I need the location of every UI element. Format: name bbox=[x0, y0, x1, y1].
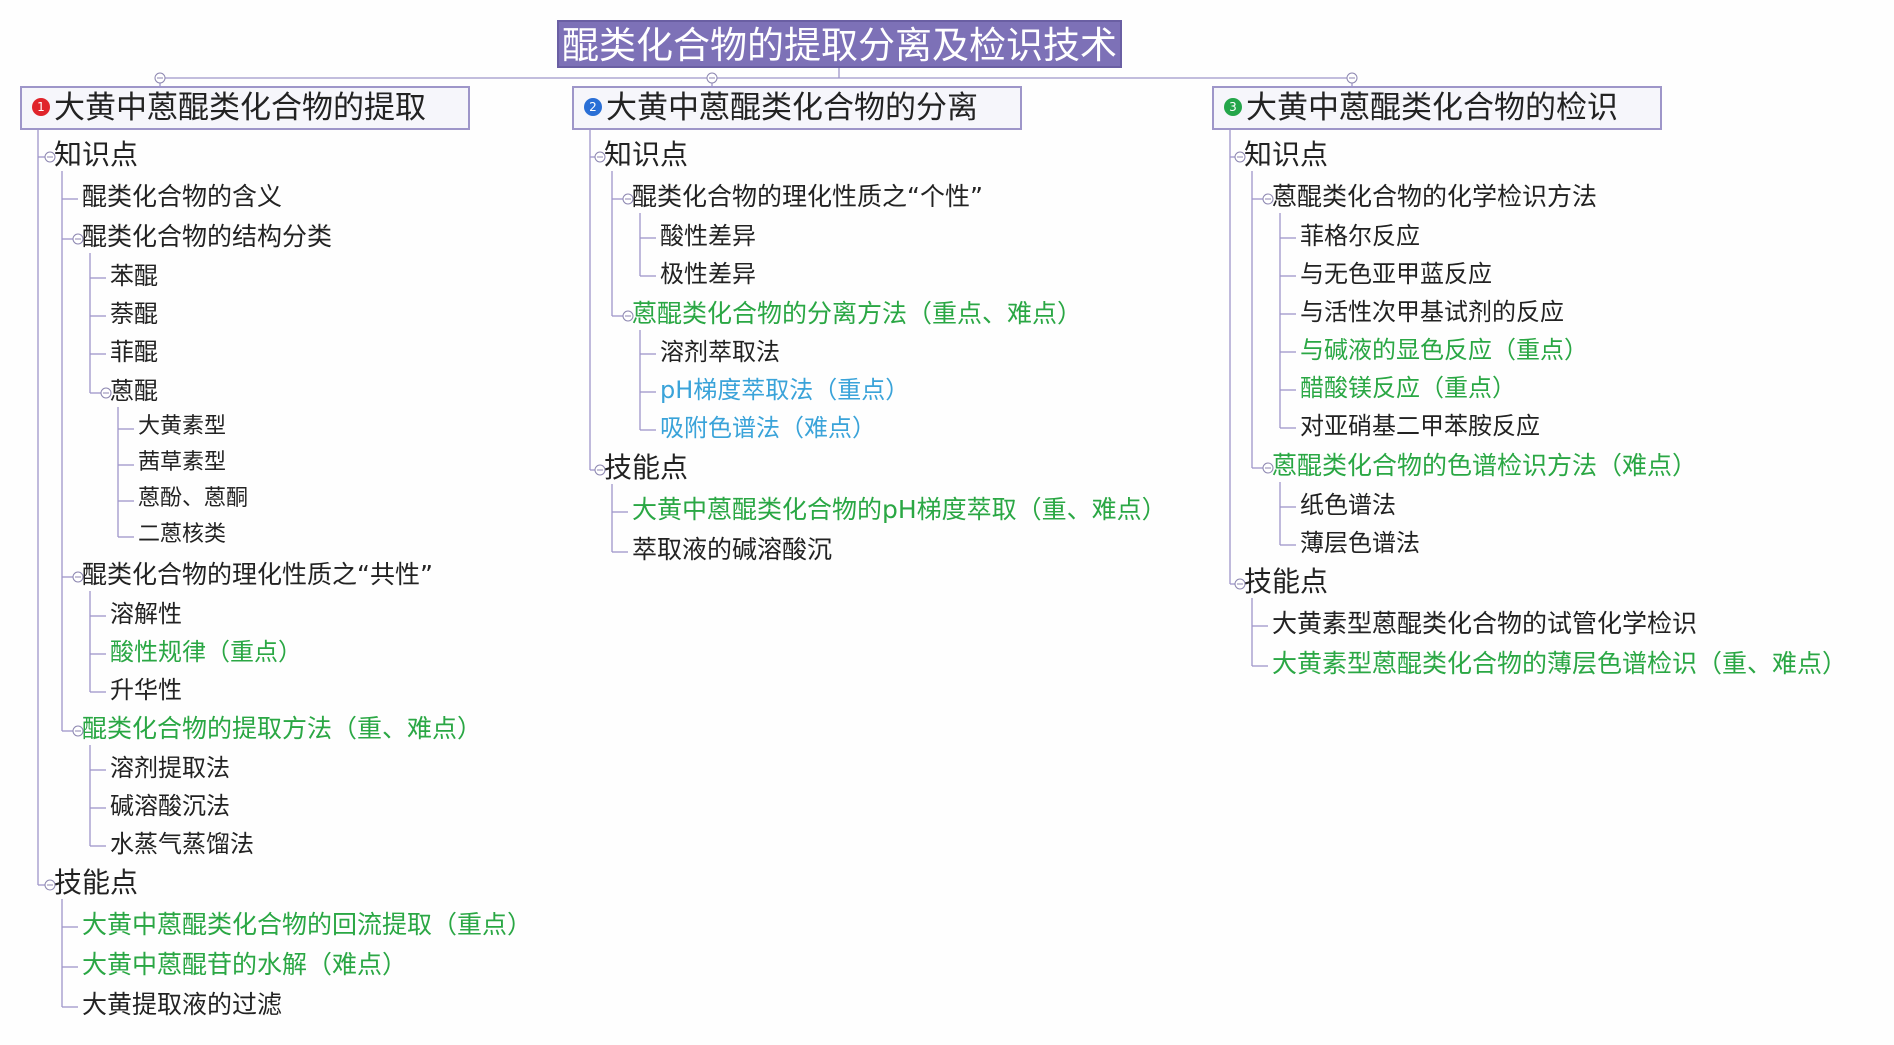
topic-node[interactable]: 大黄中蒽醌苷的水解（难点） bbox=[82, 949, 407, 981]
topic-node[interactable]: 与无色亚甲蓝反应 bbox=[1300, 258, 1492, 290]
topic-node[interactable]: 醌类化合物的理化性质之“个性” bbox=[632, 181, 983, 213]
topic-node[interactable]: 醌类化合物的结构分类 bbox=[82, 221, 332, 253]
priority-3-icon: 3 bbox=[1224, 97, 1242, 116]
topic-node[interactable]: 菲醌 bbox=[110, 336, 158, 368]
topic-node[interactable]: 技能点 bbox=[1244, 566, 1328, 598]
topic-node[interactable]: 知识点 bbox=[604, 139, 688, 171]
topic-node[interactable]: 水蒸气蒸馏法 bbox=[110, 828, 254, 860]
topic-node[interactable]: 酸性差异 bbox=[660, 220, 756, 252]
main-topic-label: 大黄中蒽醌类化合物的检识 bbox=[1246, 90, 1618, 126]
main-topic-1[interactable]: 1 大黄中蒽醌类化合物的提取 bbox=[20, 86, 470, 130]
topic-node[interactable]: 蒽醌类化合物的色谱检识方法（难点） bbox=[1272, 450, 1697, 482]
topic-node[interactable]: 薄层色谱法 bbox=[1300, 527, 1420, 559]
topic-node[interactable]: 萘醌 bbox=[110, 298, 158, 330]
topic-node[interactable]: 萃取液的碱溶酸沉 bbox=[632, 534, 832, 566]
topic-node[interactable]: 大黄素型蒽醌类化合物的薄层色谱检识（重、难点） bbox=[1272, 648, 1847, 680]
main-topic-2[interactable]: 2 大黄中蒽醌类化合物的分离 bbox=[572, 86, 1022, 130]
topic-node[interactable]: 溶解性 bbox=[110, 598, 182, 630]
priority-1-icon: 1 bbox=[32, 97, 50, 116]
topic-node[interactable]: 苯醌 bbox=[110, 260, 158, 292]
topic-node[interactable]: 醌类化合物的提取方法（重、难点） bbox=[82, 713, 482, 745]
topic-node[interactable]: 纸色谱法 bbox=[1300, 489, 1396, 521]
topic-node[interactable]: 技能点 bbox=[54, 867, 138, 899]
topic-node[interactable]: 大黄中蒽醌类化合物的回流提取（重点） bbox=[82, 909, 532, 941]
topic-node[interactable]: 大黄提取液的过滤 bbox=[82, 989, 282, 1021]
topic-node[interactable]: 知识点 bbox=[1244, 139, 1328, 171]
main-topic-label: 大黄中蒽醌类化合物的分离 bbox=[606, 90, 978, 126]
topic-node[interactable]: 蒽醌类化合物的分离方法（重点、难点） bbox=[632, 298, 1082, 330]
topic-node[interactable]: 醌类化合物的含义 bbox=[82, 181, 282, 213]
topic-node[interactable]: 大黄中蒽醌类化合物的pH梯度萃取（重、难点） bbox=[632, 494, 1167, 526]
topic-node[interactable]: 溶剂提取法 bbox=[110, 752, 230, 784]
topic-node[interactable]: 碱溶酸沉法 bbox=[110, 790, 230, 822]
topic-node[interactable]: 醋酸镁反应（重点） bbox=[1300, 372, 1516, 404]
topic-node[interactable]: 蒽酚、蒽酮 bbox=[138, 483, 248, 515]
topic-node[interactable]: 与活性次甲基试剂的反应 bbox=[1300, 296, 1564, 328]
topic-node[interactable]: 吸附色谱法（难点） bbox=[660, 412, 876, 444]
topic-node[interactable]: 二蒽核类 bbox=[138, 519, 226, 551]
topic-node[interactable]: 蒽醌 bbox=[110, 375, 158, 407]
topic-node[interactable]: 菲格尔反应 bbox=[1300, 220, 1420, 252]
topic-node[interactable]: 溶剂萃取法 bbox=[660, 336, 780, 368]
topic-node[interactable]: 蒽醌类化合物的化学检识方法 bbox=[1272, 181, 1597, 213]
topic-node[interactable]: 与碱液的显色反应（重点） bbox=[1300, 334, 1588, 366]
topic-node[interactable]: 知识点 bbox=[54, 139, 138, 171]
topic-node[interactable]: 醌类化合物的理化性质之“共性” bbox=[82, 559, 433, 591]
main-topic-3[interactable]: 3 大黄中蒽醌类化合物的检识 bbox=[1212, 86, 1662, 130]
topic-node[interactable]: pH梯度萃取法（重点） bbox=[660, 374, 909, 406]
topic-node[interactable]: 升华性 bbox=[110, 674, 182, 706]
topic-node[interactable]: 技能点 bbox=[604, 452, 688, 484]
topic-node[interactable]: 大黄素型 bbox=[138, 411, 226, 443]
topic-node[interactable]: 大黄素型蒽醌类化合物的试管化学检识 bbox=[1272, 608, 1697, 640]
topic-node[interactable]: 茜草素型 bbox=[138, 447, 226, 479]
topic-node[interactable]: 对亚硝基二甲苯胺反应 bbox=[1300, 410, 1540, 442]
root-topic[interactable]: 醌类化合物的提取分离及检识技术 bbox=[557, 20, 1122, 68]
topic-node[interactable]: 酸性规律（重点） bbox=[110, 636, 302, 668]
priority-2-icon: 2 bbox=[584, 97, 602, 116]
topic-node[interactable]: 极性差异 bbox=[660, 258, 756, 290]
main-topic-label: 大黄中蒽醌类化合物的提取 bbox=[54, 90, 426, 126]
